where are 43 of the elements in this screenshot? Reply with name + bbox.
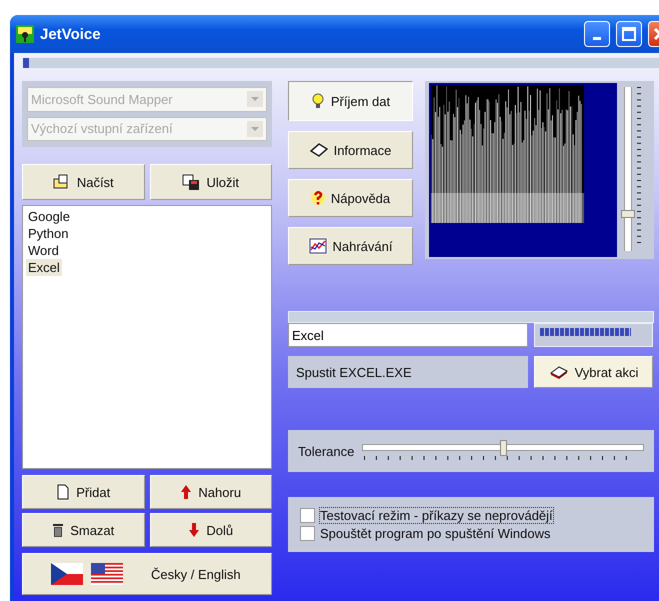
up-arrow-icon <box>180 484 192 500</box>
add-button[interactable]: Přidat <box>22 475 144 509</box>
nav-button[interactable]: Příjem dat <box>288 81 413 121</box>
list-item[interactable]: Word <box>26 242 61 259</box>
window-title: JetVoice <box>40 26 101 42</box>
lightbulb-icon <box>310 93 325 109</box>
checkbox-label: Testovací režim - příkazy se neprovádějí <box>320 508 553 523</box>
nav-button[interactable]: Nápověda <box>288 179 413 217</box>
maximize-icon <box>622 27 636 41</box>
choose-action-button[interactable]: Vybrat akci <box>534 356 653 388</box>
load-button[interactable]: Načíst <box>22 164 144 200</box>
chart-icon <box>308 238 326 254</box>
maximize-button[interactable] <box>616 21 642 47</box>
vertical-slider[interactable] <box>621 87 635 251</box>
nav-button[interactable]: Nahrávání <box>288 227 413 265</box>
action-label: Spustit EXCEL.EXE <box>288 356 528 388</box>
us-flag-icon <box>91 563 123 585</box>
up-button[interactable]: Nahoru <box>150 475 272 509</box>
app-icon <box>16 25 34 43</box>
command-field[interactable]: Excel <box>288 323 528 347</box>
minimize-icon <box>593 36 601 40</box>
list-item[interactable]: Excel <box>26 259 62 276</box>
minimize-button[interactable] <box>584 21 610 47</box>
disk-icon <box>182 174 200 190</box>
down-button[interactable]: Dolů <box>150 513 272 547</box>
czech-flag-icon <box>51 563 83 585</box>
nav-button[interactable]: Informace <box>288 131 413 169</box>
checkbox-label: Spouštět program po spuštění Windows <box>320 526 551 541</box>
slider-thumb[interactable] <box>621 210 635 218</box>
slider-thumb[interactable] <box>500 440 508 456</box>
down-arrow-icon <box>188 522 200 538</box>
list-item[interactable]: Google <box>26 208 72 225</box>
language-button[interactable]: Česky / English <box>22 553 272 595</box>
save-button[interactable]: Uložit <box>150 164 272 200</box>
delete-button[interactable]: Smazat <box>22 513 144 547</box>
trash-icon <box>52 522 64 538</box>
document-icon <box>56 484 70 500</box>
list-item[interactable]: Python <box>26 225 70 242</box>
question-mark-icon <box>310 189 325 207</box>
tolerance-label: Tolerance <box>298 444 354 458</box>
checkbox[interactable] <box>300 508 315 523</box>
tolerance-slider[interactable] <box>362 439 644 463</box>
checkbox[interactable] <box>300 526 315 541</box>
